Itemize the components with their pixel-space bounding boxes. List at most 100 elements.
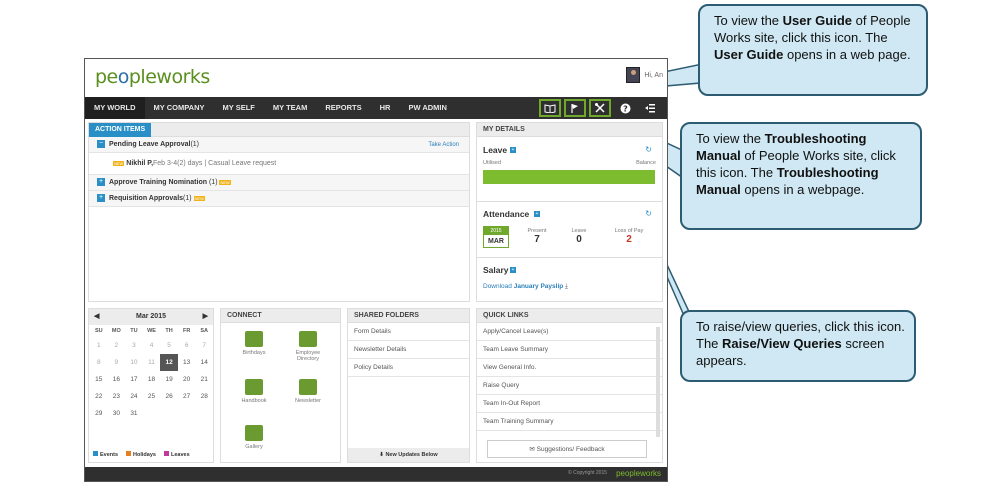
prev-month-icon[interactable]: ◀ (94, 309, 99, 325)
calendar-day[interactable]: 2 (108, 337, 126, 354)
action-items-panel: ACTION ITEMS − Pending Leave Approval(1) … (88, 122, 470, 302)
calendar-day[interactable]: 9 (108, 354, 126, 371)
pending-leave-row[interactable]: − Pending Leave Approval(1) Take Action (89, 137, 469, 153)
new-badge: NEW (113, 160, 125, 166)
calendar-day[interactable]: 22 (90, 388, 108, 405)
download-payslip-link[interactable]: Download January Payslip ⤓ (483, 283, 568, 291)
footer: © Copyright 2015 peopleworks (85, 467, 667, 481)
calendar-day[interactable]: 23 (108, 388, 126, 405)
shared-folders-panel: SHARED FOLDERS Form Details Newsletter D… (347, 308, 470, 463)
quick-link-apply-leave[interactable]: Apply/Cancel Leave(s) (477, 323, 662, 341)
collapse-icon[interactable]: − (97, 140, 105, 149)
calendar-day[interactable]: 4 (143, 337, 161, 354)
loss-of-pay-count: 2 (626, 234, 632, 245)
quick-link-team-leave[interactable]: Team Leave Summary (477, 341, 662, 359)
weekday-header: WE (147, 328, 156, 334)
take-action-link[interactable]: Take Action (428, 137, 459, 153)
raise-queries-callout: To raise/view queries, click this icon. … (680, 310, 916, 382)
nav-reports[interactable]: REPORTS (316, 97, 370, 119)
user-guide-icon[interactable] (539, 99, 561, 117)
gallery-link[interactable]: Gallery (229, 425, 279, 450)
nav-my-company[interactable]: MY COMPANY (145, 97, 214, 119)
calendar-day[interactable]: 20 (178, 371, 196, 388)
quick-link-general-info[interactable]: View General Info. (477, 359, 662, 377)
user-menu[interactable]: Hi, An (626, 67, 663, 83)
next-month-icon[interactable]: ▶ (203, 309, 208, 325)
nav-my-self[interactable]: MY SELF (214, 97, 264, 119)
newsletter-icon (299, 379, 317, 395)
quick-link-in-out-report[interactable]: Team In-Out Report (477, 395, 662, 413)
folder-form-details[interactable]: Form Details (348, 323, 469, 341)
calendar-day[interactable]: 31 (125, 405, 143, 422)
expand-icon[interactable]: + (97, 178, 105, 187)
main-nav: MY WORLD MY COMPANY MY SELF MY TEAM REPO… (85, 97, 667, 119)
calendar-day[interactable]: 5 (160, 337, 178, 354)
calendar-day[interactable]: 28 (195, 388, 213, 405)
folder-policy-details[interactable]: Policy Details (348, 359, 469, 377)
my-details-header: MY DETAILS (477, 123, 662, 137)
suggestions-feedback-button[interactable]: ✉ Suggestions/ Feedback (487, 440, 647, 458)
troubleshooting-manual-icon[interactable] (564, 99, 586, 117)
calendar-day[interactable]: 6 (178, 337, 196, 354)
leave-expand-icon[interactable]: + (510, 147, 516, 153)
calendar-day[interactable]: 25 (143, 388, 161, 405)
requisition-row[interactable]: + Requisition Approvals(1) NEW (89, 191, 469, 207)
top-bar: peopleworks Hi, An (85, 59, 667, 97)
calendar-day[interactable]: 24 (125, 388, 143, 405)
refresh-icon[interactable]: ↻ (645, 145, 652, 154)
birthdays-link[interactable]: Birthdays (229, 331, 279, 356)
calendar-day[interactable]: 16 (108, 371, 126, 388)
calendar-day (160, 405, 178, 422)
quick-link-raise-query[interactable]: Raise Query (477, 377, 662, 395)
calendar-day[interactable]: 27 (178, 388, 196, 405)
calendar-day[interactable]: 1 (90, 337, 108, 354)
month-badge: 2015 MAR (483, 226, 509, 248)
calendar-day[interactable]: 14 (195, 354, 213, 371)
peopleworks-logo[interactable]: peopleworks (95, 66, 210, 88)
calendar-day[interactable]: 3 (125, 337, 143, 354)
handbook-link[interactable]: Handbook (229, 379, 279, 404)
calendar-day[interactable]: 19 (160, 371, 178, 388)
calendar-legend: Events Holidays Leaves (93, 451, 190, 458)
calendar-day[interactable]: 8 (90, 354, 108, 371)
nav-my-world[interactable]: MY WORLD (85, 97, 145, 119)
calendar-day[interactable]: 17 (125, 371, 143, 388)
scrollbar[interactable] (656, 327, 660, 437)
nav-hr[interactable]: HR (371, 97, 400, 119)
calendar-day (178, 405, 196, 422)
tab-action-items[interactable]: ACTION ITEMS (89, 123, 152, 137)
calendar-day[interactable]: 29 (90, 405, 108, 422)
employee-directory-link[interactable]: Employee Directory (283, 331, 333, 362)
nav-my-team[interactable]: MY TEAM (264, 97, 316, 119)
expand-icon[interactable]: + (97, 194, 105, 203)
leave-request-item[interactable]: NEW Nikhil P,Feb 3-4(2) days | Casual Le… (89, 153, 469, 175)
salary-title: Salary (483, 265, 509, 275)
calendar-day[interactable]: 10 (125, 354, 143, 371)
approve-training-row[interactable]: + Approve Training Nomination (1) NEW (89, 175, 469, 191)
calendar-day[interactable]: 21 (195, 371, 213, 388)
nav-pw-admin[interactable]: PW ADMIN (399, 97, 455, 119)
raise-queries-icon[interactable] (589, 99, 611, 117)
folder-newsletter-details[interactable]: Newsletter Details (348, 341, 469, 359)
salary-expand-icon[interactable]: + (510, 267, 516, 273)
calendar-day[interactable]: 12 (160, 354, 178, 371)
footer-logo: peopleworks (616, 469, 661, 478)
menu-icon[interactable] (639, 99, 661, 117)
calendar-day[interactable]: 26 (160, 388, 178, 405)
quick-link-training-summary[interactable]: Team Training Summary (477, 413, 662, 431)
calendar-day (143, 405, 161, 422)
calendar-day[interactable]: 7 (195, 337, 213, 354)
calendar-day[interactable]: 13 (178, 354, 196, 371)
quick-links-header: QUICK LINKS (477, 309, 662, 323)
calendar-day[interactable]: 11 (143, 354, 161, 371)
weekday-header: FR (182, 328, 191, 334)
directory-icon (299, 331, 317, 347)
calendar-day[interactable]: 30 (108, 405, 126, 422)
attendance-expand-icon[interactable]: + (534, 211, 540, 217)
calendar-day[interactable]: 18 (143, 371, 161, 388)
new-updates-link[interactable]: ⬇ New Updates Below (348, 448, 469, 462)
refresh-icon[interactable]: ↻ (645, 209, 652, 218)
help-icon[interactable]: ? (614, 99, 636, 117)
newsletter-link[interactable]: Newsletter (283, 379, 333, 404)
calendar-day[interactable]: 15 (90, 371, 108, 388)
